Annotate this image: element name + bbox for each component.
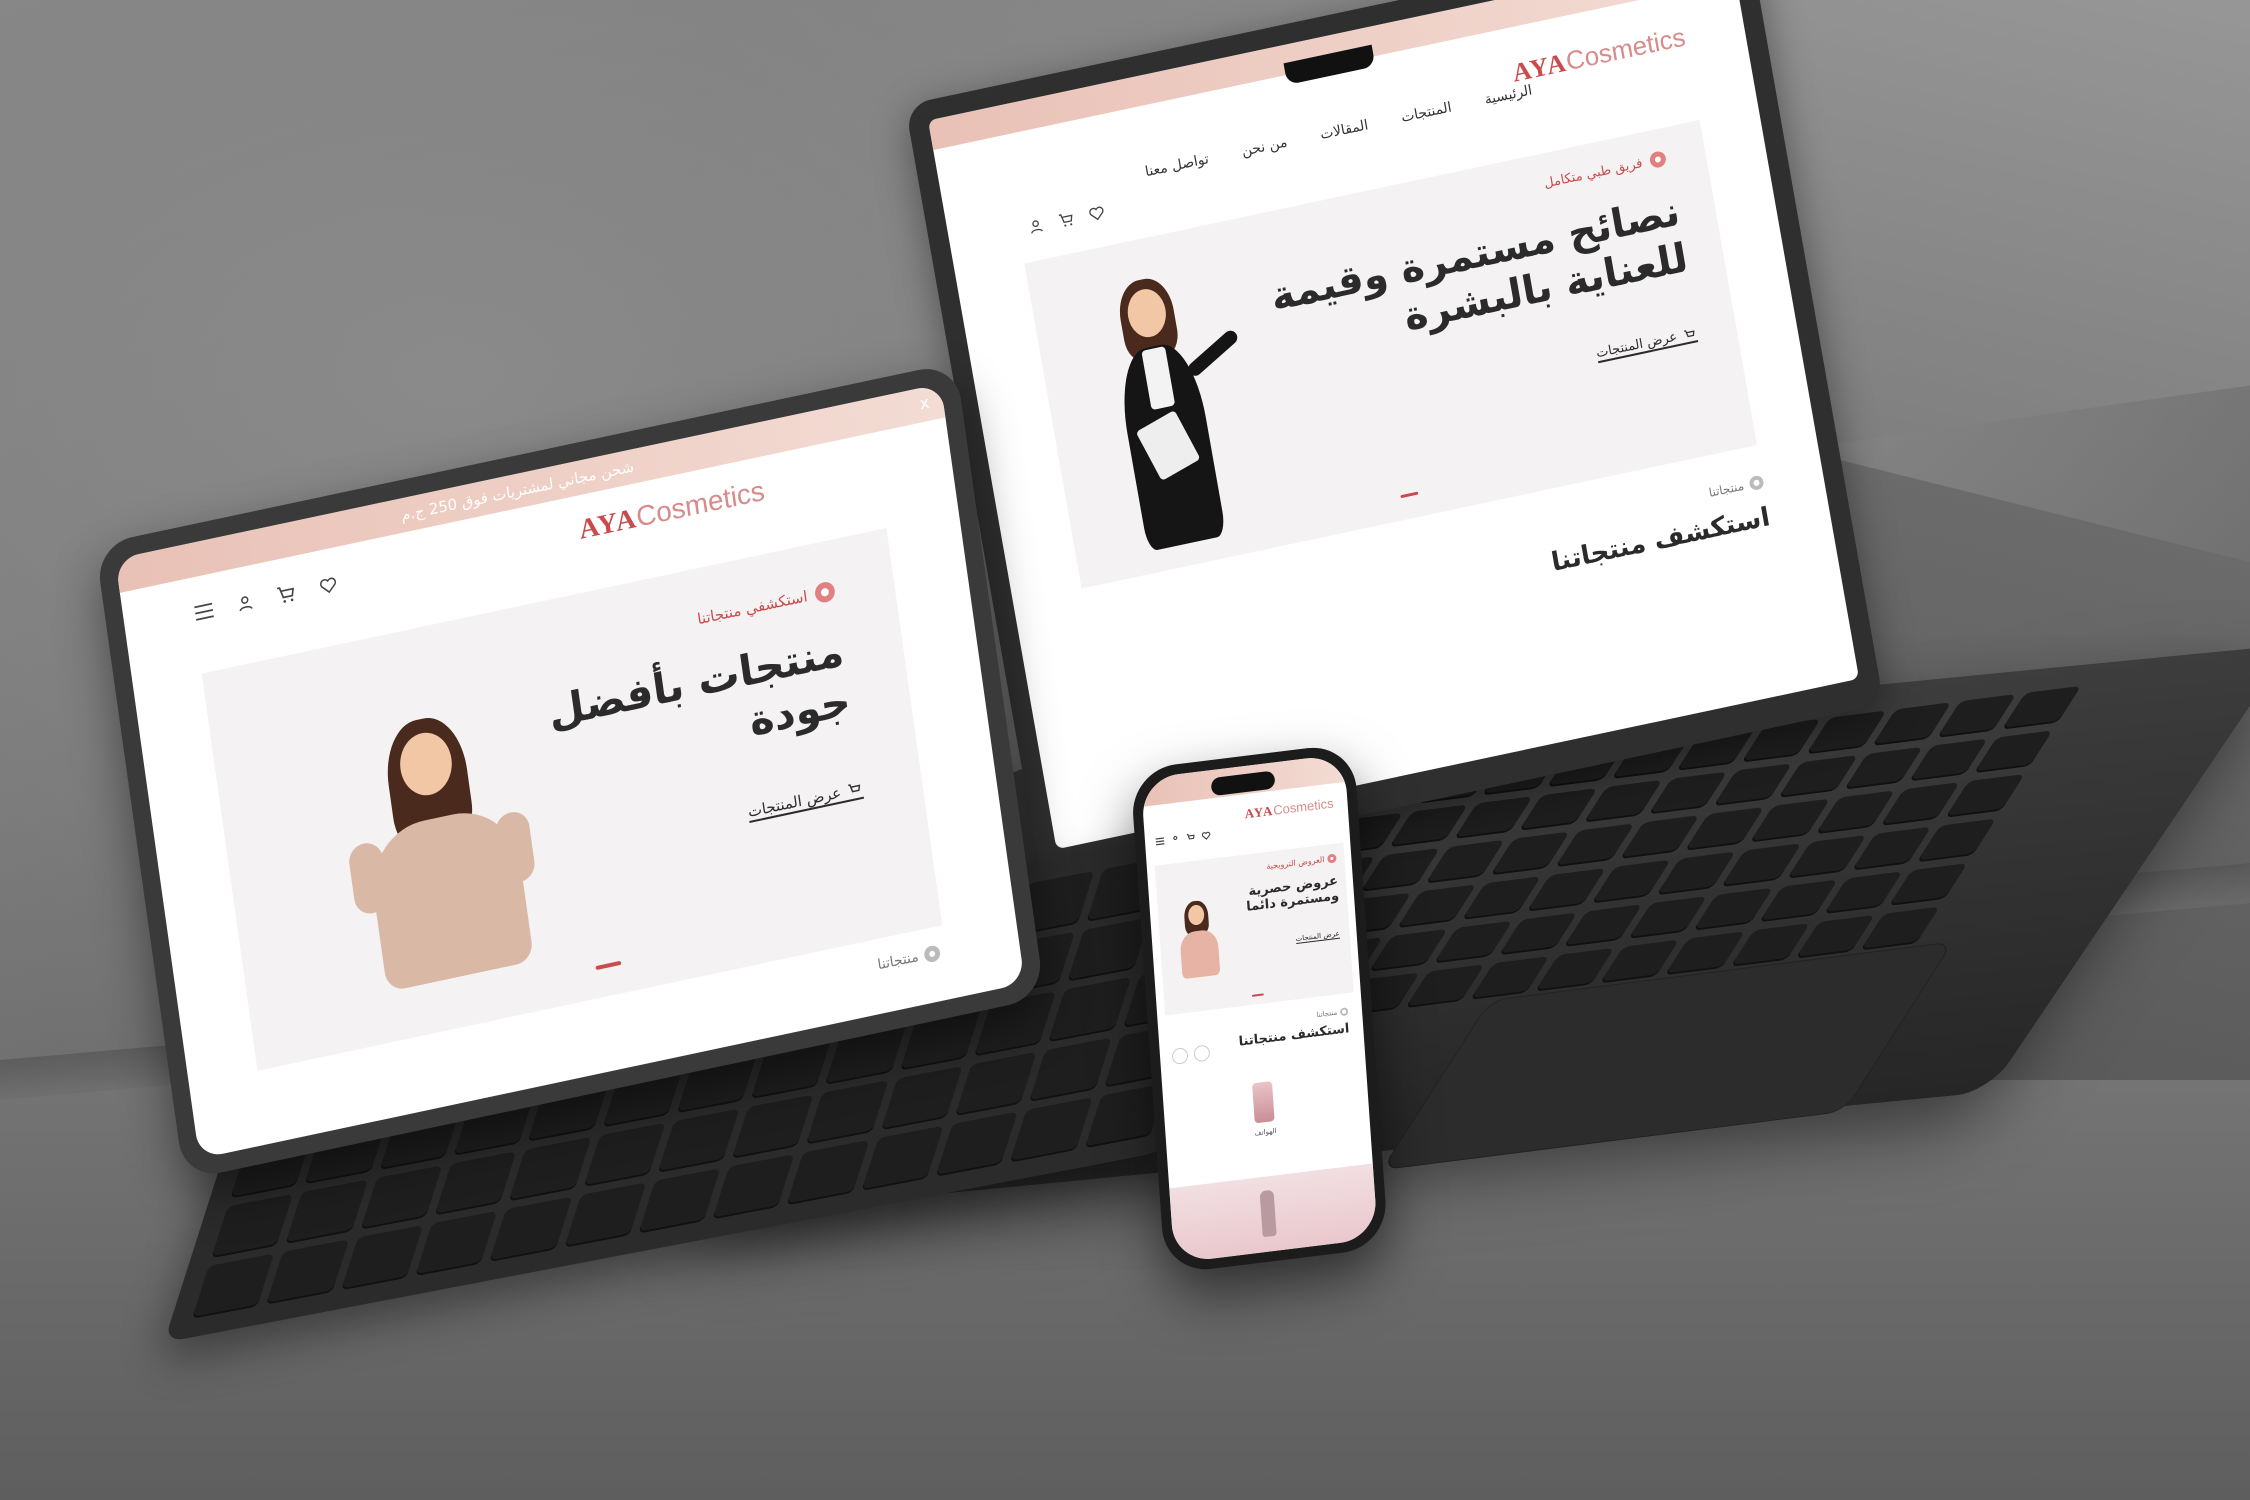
phone-logo[interactable]: AYACosmetics (1244, 795, 1334, 822)
product-image (1252, 1081, 1275, 1124)
user-icon[interactable] (235, 592, 255, 614)
badge-icon (1339, 1007, 1349, 1017)
heart-icon[interactable] (1088, 204, 1106, 223)
menu-icon[interactable] (1155, 836, 1166, 846)
tablet-cta-button[interactable]: عرض المنتجات (746, 778, 865, 823)
phone-section-title: استكشف منتجاتنا (1238, 1021, 1350, 1050)
badge-icon (1648, 149, 1668, 170)
laptop-hero-badge: فريق طبي متكامل (1543, 149, 1668, 192)
phone-slider-indicator[interactable] (1251, 993, 1264, 997)
laptop-slider-indicator[interactable] (1400, 491, 1419, 499)
badge-icon (923, 944, 942, 964)
phone-hero: العروض الترويجية عروض حصرية ومستمرة دائم… (1154, 842, 1354, 1016)
cart-icon[interactable] (1186, 832, 1197, 842)
heart-icon[interactable] (317, 574, 339, 596)
phone-screen: AYACosmetics العروض الترويجية عروض حصرية (1140, 753, 1378, 1264)
phone-header-icons (1155, 831, 1211, 847)
tablet-hero-badge: استكشفي منتجاتنا (696, 580, 837, 629)
tablet-slider-indicator[interactable] (595, 960, 622, 971)
hero-model-image (1171, 898, 1226, 984)
menu-icon[interactable] (192, 601, 216, 623)
user-icon[interactable] (1027, 217, 1045, 236)
hero-model-image (332, 696, 564, 996)
heart-icon[interactable] (1201, 831, 1211, 841)
phone-carousel-arrows (1171, 1044, 1211, 1066)
laptop-cta-button[interactable]: عرض المنتجات (1595, 325, 1699, 364)
phone-cta-button[interactable]: عرض المنتجات (1295, 929, 1341, 945)
cart-icon[interactable] (274, 582, 298, 606)
laptop-nav: الرئيسية المنتجات المقالات من نحن تواصل … (1144, 82, 1533, 180)
carousel-prev-icon[interactable] (1171, 1047, 1189, 1066)
laptop-logo[interactable]: AYACosmetics (1510, 22, 1688, 89)
nav-item-articles[interactable]: المقالات (1319, 117, 1370, 143)
phone-section-subtitle: منتجاتنا (1316, 1007, 1349, 1019)
tablet-header-icons (192, 573, 340, 624)
hero-model-image (1090, 263, 1266, 566)
nav-item-home[interactable]: الرئيسية (1483, 82, 1533, 108)
cart-icon[interactable] (1056, 210, 1076, 230)
laptop-section-title: استكشف منتجاتنا (1549, 502, 1773, 578)
laptop-screen: x AYACosmetics الرئيسية المنتجات المقالا… (928, 0, 1860, 850)
phone-hero-title: عروض حصرية ومستمرة دائما (1245, 873, 1340, 916)
cart-icon (1683, 329, 1695, 337)
phone-bottom-banner (1169, 1163, 1378, 1264)
laptop-header-icons (1027, 204, 1106, 236)
nav-item-products[interactable]: المنتجات (1400, 99, 1453, 125)
product-label: الهواتف (1254, 1126, 1277, 1138)
user-icon[interactable] (1171, 834, 1181, 844)
carousel-next-icon[interactable] (1193, 1044, 1211, 1063)
tablet-section-subtitle: منتجاتنا (877, 944, 942, 973)
badge-icon (813, 580, 837, 605)
serum-bottle-image (1259, 1189, 1277, 1238)
nav-item-about[interactable]: من نحن (1240, 134, 1288, 159)
phone-hero-badge: العروض الترويجية (1266, 853, 1337, 871)
tablet-close-icon[interactable]: x (919, 393, 931, 414)
tablet-hero-title: منتجات بأفضل جودة (545, 625, 854, 746)
badge-icon (1327, 853, 1337, 864)
cart-icon (848, 784, 861, 793)
nav-item-contact[interactable]: تواصل معنا (1144, 151, 1210, 180)
badge-icon (1748, 474, 1765, 492)
laptop-section-subtitle: منتجاتنا (1708, 474, 1765, 500)
phone-product-card[interactable]: الهواتف (1212, 1072, 1316, 1154)
phone-frame: AYACosmetics العروض الترويجية عروض حصرية (1130, 742, 1389, 1275)
